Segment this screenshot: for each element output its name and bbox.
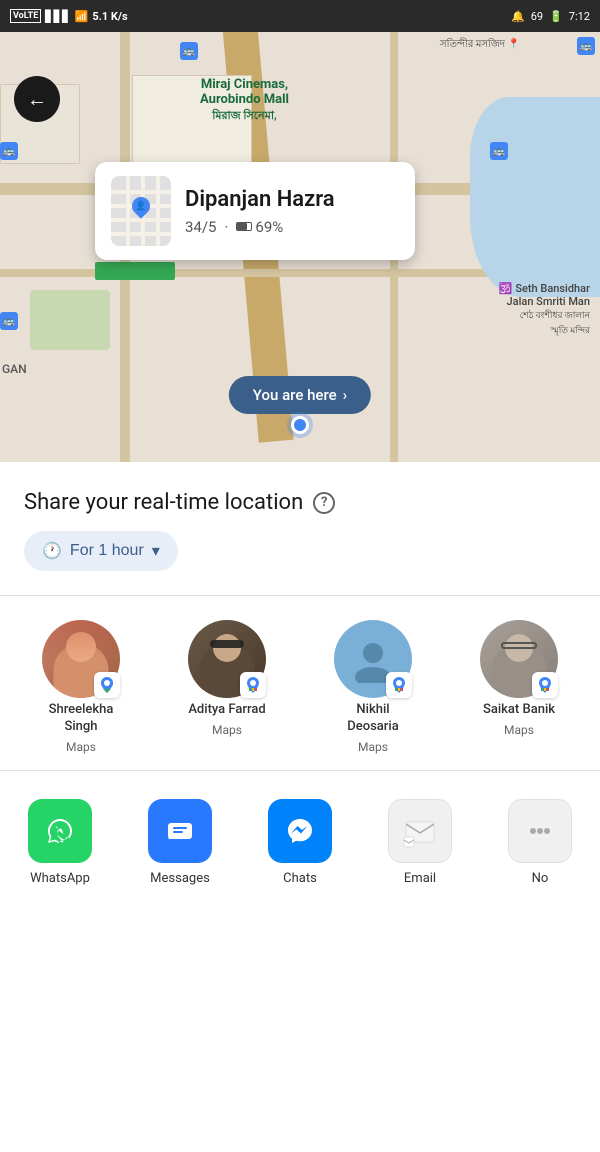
speed-label: 5.1 K/s [92, 10, 127, 23]
maps-badge-shreelekha [94, 672, 120, 698]
card-avatar: 👤 [111, 176, 171, 246]
map-green-bar [95, 262, 175, 280]
wifi-icon: 📶 [75, 10, 89, 23]
app-messages[interactable]: Messages [120, 799, 240, 886]
maps-badge-aditya [240, 672, 266, 698]
dot-separator: · [224, 218, 228, 236]
bus-icon-1: 🚌 [180, 42, 198, 60]
app-whatsapp[interactable]: WhatsApp [0, 799, 120, 886]
avatar-location-pin: 👤 [132, 197, 152, 221]
avatar-saikat [480, 620, 558, 698]
card-rating: 34/5 [185, 218, 216, 236]
more-apps-icon [508, 799, 572, 863]
map-water [470, 97, 600, 297]
battery-label: 🔔 [511, 10, 525, 23]
avatar-aditya [188, 620, 266, 698]
app-email[interactable]: Email [360, 799, 480, 886]
card-person-name: Dipanjan Hazra [185, 187, 335, 212]
current-location-dot [291, 416, 309, 434]
contacts-row: ShreelekhaSingh Maps [0, 604, 600, 762]
card-details: 34/5 · 69% [185, 218, 335, 236]
back-button[interactable]: ← [14, 76, 60, 122]
battery-icon: 🔋 [549, 10, 563, 23]
chats-label: Chats [283, 871, 317, 886]
time-label: 7:12 [569, 10, 590, 23]
back-arrow-icon: ← [27, 89, 47, 109]
duration-button[interactable]: 🕐 For 1 hour ▾ [24, 531, 178, 571]
share-location-title: Share your real-time location [24, 490, 303, 515]
share-title-row: Share your real-time location ? [0, 462, 600, 527]
contact-shreelekha[interactable]: ShreelekhaSingh Maps [8, 620, 154, 754]
bus-icon-5: 🚌 [577, 37, 595, 55]
battery-percent: 69 [531, 10, 543, 23]
messages-icon [148, 799, 212, 863]
avatar-nikhil [334, 620, 412, 698]
map-label-seth: 🕉️ Seth BansidharJalan Smriti Man শেঠ বং… [499, 282, 590, 338]
map-label-gan: GAN [2, 362, 27, 376]
location-info-card: 👤 Dipanjan Hazra 34/5 · 69% [95, 162, 415, 260]
app-chats[interactable]: Chats [240, 799, 360, 886]
status-bar-right: 🔔 69 🔋 7:12 [511, 10, 590, 23]
contact-nikhil[interactable]: NikhilDeosaria Maps [300, 620, 446, 754]
map-area[interactable]: সতিন্দীর মসজিদ 📍 Miraj Cinemas,Aurobindo… [0, 32, 600, 462]
dropdown-chevron-icon: ▾ [152, 541, 160, 561]
maps-badge-nikhil [386, 672, 412, 698]
map-green1 [30, 290, 110, 350]
bus-icon-4: 🚌 [0, 312, 18, 330]
whatsapp-label: WhatsApp [30, 871, 90, 886]
duration-label: For 1 hour [70, 542, 144, 560]
battery-indicator: 69% [236, 218, 283, 236]
avatar-shreelekha [42, 620, 120, 698]
you-are-here-button[interactable]: You are here › [229, 376, 371, 414]
messages-label: Messages [150, 871, 210, 886]
you-are-here-label: You are here [253, 386, 337, 404]
bus-icon-2: 🚌 [0, 142, 18, 160]
map-label-masjid: সতিন্দীর মসজিদ 📍 [440, 37, 520, 54]
whatsapp-icon [28, 799, 92, 863]
battery-percent-label: 69% [255, 218, 283, 236]
email-label: Email [404, 871, 436, 886]
question-mark: ? [321, 495, 327, 510]
status-bar: VoLTE ▋▋▋ 📶 5.1 K/s 🔔 69 🔋 7:12 [0, 0, 600, 32]
clock-icon: 🕐 [42, 541, 62, 561]
app-more[interactable]: No [480, 799, 600, 886]
chevron-right-icon: › [343, 386, 348, 404]
contact-name-aditya: Aditya Farrad [188, 702, 265, 719]
contact-app-saikat: Maps [504, 723, 534, 737]
contact-app-shreelekha: Maps [66, 740, 96, 754]
more-label: No [532, 871, 549, 886]
status-bar-left: VoLTE ▋▋▋ 📶 5.1 K/s [10, 9, 128, 23]
app-share-row: WhatsApp Messages [0, 779, 600, 902]
contact-name-saikat: Saikat Banik [483, 702, 555, 719]
contact-app-aditya: Maps [212, 723, 242, 737]
bus-icon-3: 🚌 [490, 142, 508, 160]
carrier-label: VoLTE [10, 9, 41, 23]
bottom-sheet: Share your real-time location ? 🕐 For 1 … [0, 462, 600, 1152]
map-label-cinemas: Miraj Cinemas,Aurobindo Mall মিরাজ সিনেম… [200, 77, 289, 126]
contact-name-shreelekha: ShreelekhaSingh [49, 702, 114, 736]
contact-saikat[interactable]: Saikat Banik Maps [446, 620, 592, 754]
help-icon[interactable]: ? [313, 492, 335, 514]
contact-name-nikhil: NikhilDeosaria [347, 702, 398, 736]
divider-1 [0, 595, 600, 596]
email-icon [388, 799, 452, 863]
signal-icon: ▋▋▋ [45, 10, 70, 23]
card-info: Dipanjan Hazra 34/5 · 69% [185, 187, 335, 236]
contact-aditya[interactable]: Aditya Farrad Maps [154, 620, 300, 754]
messenger-icon [268, 799, 332, 863]
divider-2 [0, 770, 600, 771]
contact-app-nikhil: Maps [358, 740, 388, 754]
maps-badge-saikat [532, 672, 558, 698]
